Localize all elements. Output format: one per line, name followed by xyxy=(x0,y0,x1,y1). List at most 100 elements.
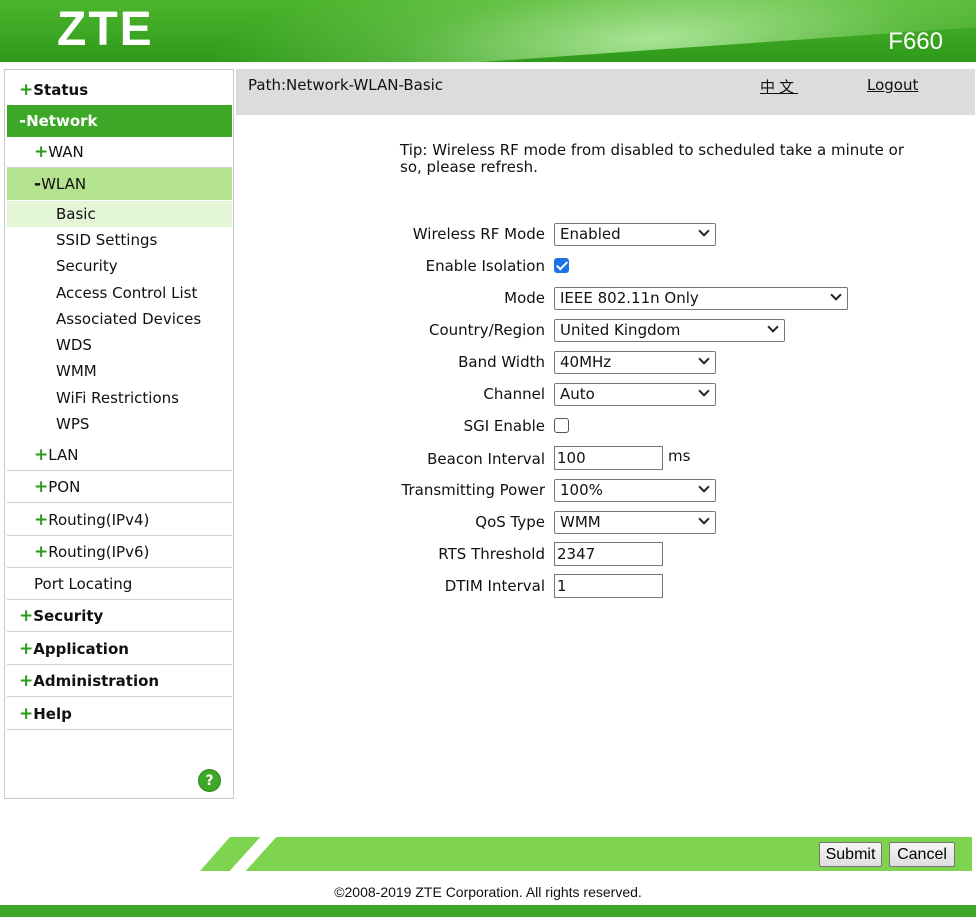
chevron-down-icon xyxy=(698,353,710,365)
path-bar: Path:Network-WLAN-Basic 中文 Logout xyxy=(236,69,975,115)
form-row-country: Country/Region United Kingdom xyxy=(236,319,975,343)
sidebar-item-wlan[interactable]: -WLAN xyxy=(7,168,232,200)
sidebar-item-ssid-settings[interactable]: SSID Settings xyxy=(7,227,232,253)
chevron-down-icon xyxy=(830,289,842,301)
zte-logo: ZTE xyxy=(57,3,154,56)
device-model: F660 xyxy=(888,28,943,55)
sidebar-item-label: Help xyxy=(33,705,72,723)
chevron-down-icon xyxy=(698,481,710,493)
sidebar-item-label: Status xyxy=(33,81,89,99)
sidebar-item-wifi-restrictions[interactable]: WiFi Restrictions xyxy=(7,385,232,411)
form-row-mode: Mode IEEE 802.11n Only xyxy=(236,287,975,311)
sidebar-item-routing-ipv6[interactable]: +Routing(IPv6) xyxy=(7,536,232,568)
sgi-checkbox[interactable] xyxy=(554,418,569,433)
expand-plus-icon: + xyxy=(34,445,49,465)
sidebar-item-label: Security xyxy=(33,607,104,625)
help-question-icon[interactable]: ? xyxy=(198,769,221,792)
sidebar-item-security[interactable]: +Security xyxy=(7,600,232,632)
sidebar-item-administration[interactable]: +Administration xyxy=(7,665,232,697)
sidebar-item-associated-devices[interactable]: Associated Devices xyxy=(7,306,232,332)
beacon-label: Beacon Interval xyxy=(427,450,545,468)
collapse-minus-icon: - xyxy=(19,111,27,131)
form-row-beacon: Beacon Interval 100 ms xyxy=(236,446,975,470)
form-row-bandwidth: Band Width 40MHz xyxy=(236,351,975,375)
country-label: Country/Region xyxy=(429,321,545,339)
qos-label: QoS Type xyxy=(475,513,545,531)
expand-plus-icon: + xyxy=(34,542,49,562)
sidebar-item-label: LAN xyxy=(48,446,79,464)
rts-label: RTS Threshold xyxy=(438,545,545,563)
sidebar-item-basic[interactable]: Basic xyxy=(7,201,232,227)
chevron-down-icon xyxy=(698,385,710,397)
channel-label: Channel xyxy=(483,385,545,403)
sidebar-item-routing-ipv4[interactable]: +Routing(IPv4) xyxy=(7,504,232,536)
sidebar-item-access-control-list[interactable]: Access Control List xyxy=(7,280,232,306)
form-row-dtim: DTIM Interval 1 xyxy=(236,574,975,598)
chevron-down-icon xyxy=(767,321,779,333)
sidebar-item-wps[interactable]: WPS xyxy=(7,411,232,437)
sidebar-item-label: WLAN xyxy=(41,175,87,193)
tx-power-label: Transmitting Power xyxy=(401,481,546,499)
bandwidth-select[interactable]: 40MHz xyxy=(554,351,716,374)
sidebar-item-security-wlan[interactable]: Security xyxy=(7,253,232,279)
sidebar-item-label: Network xyxy=(26,112,98,130)
sidebar-item-label: Administration xyxy=(33,672,160,690)
tip-text: Tip: Wireless RF mode from disabled to s… xyxy=(400,141,904,176)
sgi-label: SGI Enable xyxy=(463,417,545,435)
dtim-interval-input[interactable]: 1 xyxy=(554,574,663,598)
country-select[interactable]: United Kingdom xyxy=(554,319,785,342)
dtim-label: DTIM Interval xyxy=(444,577,545,595)
expand-plus-icon: + xyxy=(34,510,49,530)
sidebar-item-help[interactable]: +Help xyxy=(7,698,232,730)
channel-value: Auto xyxy=(560,385,595,403)
bottom-strip xyxy=(0,905,976,917)
qos-value: WMM xyxy=(560,513,601,531)
sidebar-item-wan[interactable]: +WAN xyxy=(7,136,232,168)
sidebar-item-application[interactable]: +Application xyxy=(7,633,232,665)
rts-threshold-input[interactable]: 2347 xyxy=(554,542,663,566)
copyright-text: ©2008-2019 ZTE Corporation. All rights r… xyxy=(334,884,642,900)
breadcrumb: Path:Network-WLAN-Basic xyxy=(248,76,444,94)
form-row-rts: RTS Threshold 2347 xyxy=(236,542,975,566)
sidebar-item-wmm[interactable]: WMM xyxy=(7,358,232,384)
mode-select[interactable]: IEEE 802.11n Only xyxy=(554,287,848,310)
header-banner: ZTE F660 xyxy=(0,0,976,62)
sidebar-item-status[interactable]: +Status xyxy=(7,74,232,106)
expand-plus-icon: + xyxy=(19,80,34,100)
qos-select[interactable]: WMM xyxy=(554,511,716,534)
isolation-label: Enable Isolation xyxy=(425,257,545,275)
sidebar-item-pon[interactable]: +PON xyxy=(7,471,232,503)
collapse-minus-icon: - xyxy=(34,174,42,194)
mode-label: Mode xyxy=(504,289,545,307)
channel-select[interactable]: Auto xyxy=(554,383,716,406)
chevron-down-icon xyxy=(698,225,710,237)
sidebar-item-label: Routing(IPv6) xyxy=(48,543,150,561)
sidebar-item-wds[interactable]: WDS xyxy=(7,332,232,358)
rf-mode-select[interactable]: Enabled xyxy=(554,223,716,246)
rf-mode-label: Wireless RF Mode xyxy=(412,225,545,243)
form-row-sgi: SGI Enable xyxy=(236,415,975,439)
country-value: United Kingdom xyxy=(560,321,681,339)
tx-power-select[interactable]: 100% xyxy=(554,479,716,502)
form-row-rf-mode: Wireless RF Mode Enabled xyxy=(236,223,975,247)
form-row-qos: QoS Type WMM xyxy=(236,511,975,535)
rf-mode-value: Enabled xyxy=(560,225,621,243)
cancel-button[interactable]: Cancel xyxy=(889,842,955,867)
expand-plus-icon: + xyxy=(34,142,49,162)
sidebar-item-lan[interactable]: +LAN xyxy=(7,439,232,471)
beacon-interval-input[interactable]: 100 xyxy=(554,446,663,470)
logout-link[interactable]: Logout xyxy=(867,76,918,94)
isolation-checkbox[interactable] xyxy=(554,258,569,273)
tx-power-value: 100% xyxy=(560,481,603,499)
sidebar-item-label: PON xyxy=(48,478,81,496)
chevron-down-icon xyxy=(698,513,710,525)
sidebar-item-label: Routing(IPv4) xyxy=(48,511,150,529)
expand-plus-icon: + xyxy=(34,477,49,497)
header-gloss xyxy=(197,0,976,62)
sidebar-item-port-locating[interactable]: Port Locating xyxy=(7,568,232,600)
language-link[interactable]: 中文 xyxy=(760,76,798,97)
bandwidth-label: Band Width xyxy=(458,353,545,371)
expand-plus-icon: + xyxy=(19,704,34,724)
sidebar-item-network[interactable]: -Network xyxy=(7,105,232,137)
submit-button[interactable]: Submit xyxy=(819,842,882,867)
